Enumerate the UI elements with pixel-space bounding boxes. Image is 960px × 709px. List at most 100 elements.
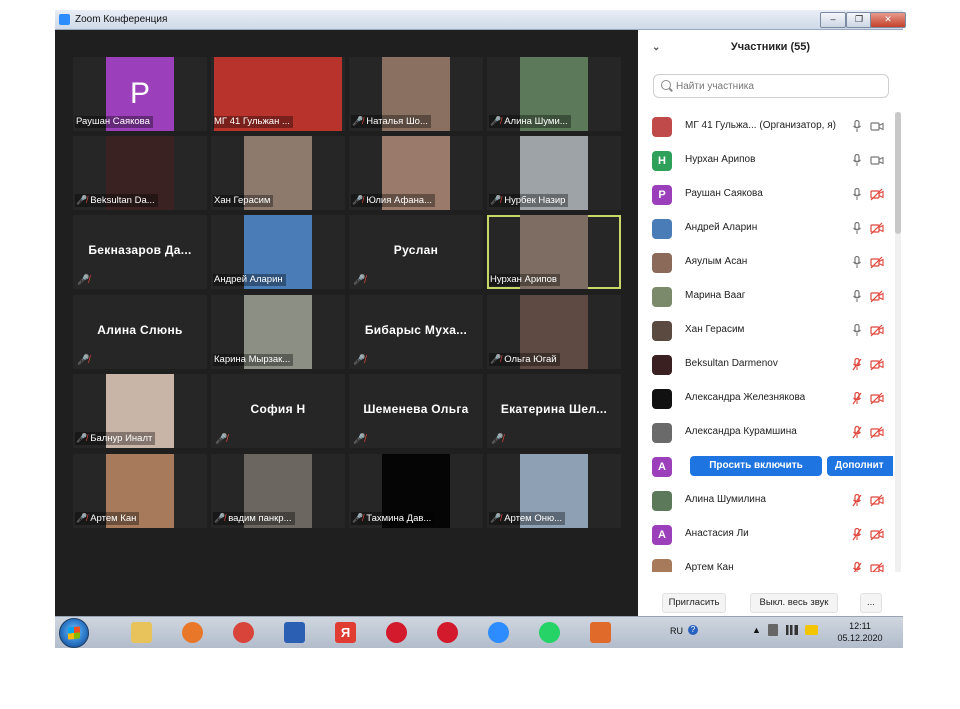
participant-row[interactable]: Александра Железнякова — [638, 382, 893, 416]
participant-row[interactable]: Алина Шумилина — [638, 484, 893, 518]
participant-row[interactable]: Аяулым Асан — [638, 246, 893, 280]
device-icon[interactable] — [768, 624, 778, 636]
video-camera-icon[interactable] — [870, 120, 884, 133]
mic-icon[interactable] — [852, 119, 862, 133]
mic-icon[interactable] — [852, 289, 862, 303]
minimize-button[interactable]: – — [820, 12, 846, 28]
muted-mic-icon[interactable] — [852, 493, 862, 507]
video-tile[interactable]: Карина Мырзак... — [211, 295, 345, 369]
muted-mic-icon[interactable] — [852, 425, 862, 439]
mic-icon[interactable] — [852, 323, 862, 337]
participant-row[interactable]: P Раушан Саякова — [638, 178, 893, 212]
participant-row[interactable]: A Анастасия Ли — [638, 518, 893, 552]
video-off-icon[interactable] — [870, 426, 884, 439]
mute-all-button[interactable]: Выкл. весь звук — [750, 593, 838, 613]
system-clock[interactable]: 12:11 05.12.2020 — [832, 620, 888, 644]
participant-row[interactable]: H Нурхан Арипов — [638, 144, 893, 178]
opera-icon — [386, 622, 407, 643]
video-tile[interactable]: 🎤̸ Балнур Иналт — [73, 374, 207, 448]
taskbar-app-chrome[interactable] — [223, 619, 263, 646]
video-tile[interactable]: 🎤̸ Артем Кан — [73, 454, 207, 528]
mic-icon[interactable] — [852, 255, 862, 269]
start-button[interactable] — [59, 618, 89, 648]
taskbar-app-zoom[interactable] — [478, 619, 518, 646]
muted-mic-icon: 🎤̸ — [490, 116, 502, 126]
show-hidden-icons-icon[interactable]: ▲ — [752, 625, 761, 635]
video-tile[interactable]: Хан Герасим — [211, 136, 345, 210]
network-signal-icon[interactable] — [786, 625, 798, 635]
video-tile[interactable]: Руслан 🎤̸ — [349, 215, 483, 289]
video-tile[interactable]: 🎤̸ вадим панкр... — [211, 454, 345, 528]
video-off-icon[interactable] — [870, 188, 884, 201]
video-tile[interactable]: 🎤̸ Beksultan Da... — [73, 136, 207, 210]
muted-mic-icon[interactable] — [852, 527, 862, 541]
mic-icon[interactable] — [852, 221, 862, 235]
video-tile[interactable]: 🎤̸ Артем Оню... — [487, 454, 621, 528]
participant-row[interactable]: МГ 41 Гульжа... (Организатор, я) — [638, 110, 893, 144]
video-tile[interactable]: 🎤̸ Юлия Афана... — [349, 136, 483, 210]
video-tile[interactable]: София Н 🎤̸ — [211, 374, 345, 448]
battery-icon[interactable] — [805, 625, 818, 635]
participant-search[interactable] — [653, 74, 889, 98]
video-off-icon[interactable] — [870, 494, 884, 507]
video-camera-icon[interactable] — [870, 154, 884, 167]
close-button[interactable]: ✕ — [870, 12, 906, 28]
muted-mic-icon[interactable] — [852, 561, 862, 572]
video-tile[interactable]: 🎤̸ Ольга Югай — [487, 295, 621, 369]
video-tile[interactable]: МГ 41 Гульжан ... — [211, 57, 345, 131]
video-off-icon[interactable] — [870, 562, 884, 572]
video-off-icon[interactable] — [870, 528, 884, 541]
participant-label: Хан Герасим — [213, 195, 274, 207]
participant-row[interactable]: Андрей Аларин — [638, 212, 893, 246]
participant-row[interactable]: Beksultan Darmenov — [638, 348, 893, 382]
mic-icon[interactable] — [852, 153, 862, 167]
video-tile[interactable]: P Раушан Саякова — [73, 57, 207, 131]
ask-to-unmute-button[interactable]: Просить включить — [690, 456, 822, 476]
taskbar-app-firefox[interactable] — [172, 619, 212, 646]
video-tile[interactable]: Нурхан Арипов — [487, 215, 621, 289]
participant-row[interactable]: A Просить включить Дополнит — [638, 450, 893, 484]
video-tile[interactable]: Алина Слюнь 🎤̸ — [73, 295, 207, 369]
video-off-icon[interactable] — [870, 324, 884, 337]
video-off-icon[interactable] — [870, 290, 884, 303]
video-tile[interactable]: 🎤̸ Алина Шуми... — [487, 57, 621, 131]
video-off-icon[interactable] — [870, 256, 884, 269]
muted-mic-icon[interactable] — [852, 357, 862, 371]
help-icon[interactable]: ? — [688, 625, 698, 635]
muted-mic-icon[interactable] — [852, 391, 862, 405]
video-tile[interactable]: Бибарыс Муха... 🎤̸ — [349, 295, 483, 369]
invite-button[interactable]: Пригласить — [662, 593, 726, 613]
video-tile[interactable]: Бекназаров Да... 🎤̸ — [73, 215, 207, 289]
taskbar-app-opera2[interactable] — [427, 619, 467, 646]
muted-mic-icon: 🎤̸ — [353, 434, 366, 445]
taskbar-app-yandex[interactable]: Я — [325, 619, 365, 646]
video-tile[interactable]: 🎤̸ Тахмина Дав... — [349, 454, 483, 528]
mic-icon[interactable] — [852, 187, 862, 201]
participant-row[interactable]: Александра Курамшина — [638, 416, 893, 450]
video-tile[interactable]: Екатерина Шел... 🎤̸ — [487, 374, 621, 448]
taskbar-app-whatsapp[interactable] — [529, 619, 569, 646]
taskbar-app-presentation[interactable] — [580, 619, 620, 646]
video-tile[interactable]: 🎤̸ Наталья Шо... — [349, 57, 483, 131]
video-off-icon[interactable] — [870, 392, 884, 405]
participant-row[interactable]: Артем Кан — [638, 552, 893, 572]
participant-row[interactable]: Марина Вааг — [638, 280, 893, 314]
participant-row[interactable]: Хан Герасим — [638, 314, 893, 348]
participants-scrollbar[interactable] — [895, 112, 901, 572]
video-off-icon[interactable] — [870, 222, 884, 235]
scrollbar-thumb[interactable] — [895, 112, 901, 234]
participant-label-text: Карина Мырзак... — [214, 354, 291, 365]
more-options-button[interactable]: ... — [860, 593, 882, 613]
video-off-icon[interactable] — [870, 358, 884, 371]
taskbar-app-word[interactable] — [274, 619, 314, 646]
video-tile[interactable]: 🎤̸ Нурбек Назир — [487, 136, 621, 210]
video-tile[interactable]: Шеменева Ольга 🎤̸ — [349, 374, 483, 448]
more-actions-button[interactable]: Дополнит — [827, 456, 893, 476]
maximize-button[interactable]: ❐ — [846, 12, 872, 28]
taskbar-app-explorer[interactable] — [121, 619, 161, 646]
language-indicator[interactable]: RU — [670, 626, 683, 636]
muted-mic-icon: 🎤̸ — [353, 275, 366, 286]
taskbar-app-opera[interactable] — [376, 619, 416, 646]
video-tile[interactable]: Андрей Аларин — [211, 215, 345, 289]
participant-search-input[interactable] — [674, 77, 883, 95]
